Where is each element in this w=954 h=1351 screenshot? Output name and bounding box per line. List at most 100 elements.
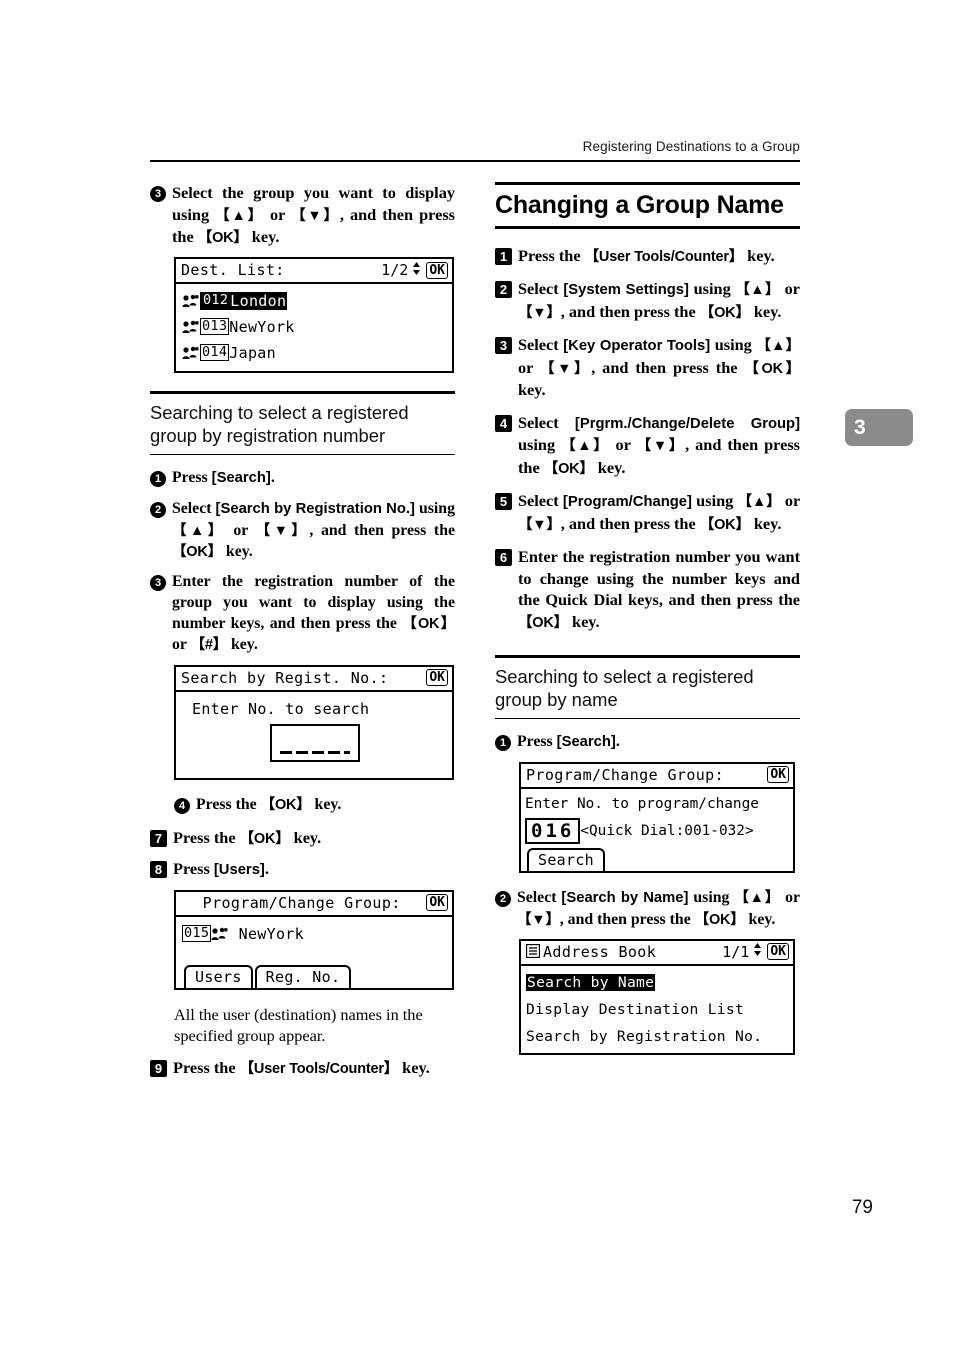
step-item: 4 Press the 【OK】 key. xyxy=(174,794,455,815)
destination-name: Japan xyxy=(229,344,276,363)
lcd-content: Enter No. to program/change 016 <Quick Di… xyxy=(521,789,793,871)
lcd-title-bar: Search by Regist. No.: OK xyxy=(176,667,452,692)
lcd-ok-button[interactable]: OK xyxy=(426,894,448,912)
step-marker: 1 xyxy=(495,245,512,265)
address-book-icon xyxy=(525,944,541,959)
destination-name: NewYork xyxy=(229,318,295,337)
quick-dial-hint: <Quick Dial:001-032> xyxy=(580,822,754,839)
left-column: 3 Select the group you want to display u… xyxy=(150,182,455,1088)
lcd-title-text: Program/Change Group: xyxy=(202,893,401,912)
chapter-tab-number: 3 xyxy=(854,415,866,439)
step-item: 2 Select [System Settings] using 【▲】 or … xyxy=(495,278,800,323)
step-text: Enter the registration number you want t… xyxy=(518,546,800,631)
step-marker: 3 xyxy=(150,182,166,202)
ui-label: [Key Operator Tools] xyxy=(563,338,711,355)
lcd-list-item[interactable]: Search by Name xyxy=(526,969,789,996)
subsection-heading-block: Searching to select a registered group b… xyxy=(150,391,455,456)
lcd-title-bar: Program/Change Group: OK xyxy=(176,892,452,917)
updown-arrow-icon xyxy=(752,942,763,961)
lcd-list-item[interactable]: Display Destination List xyxy=(526,996,789,1023)
rule xyxy=(150,391,455,394)
key-down: 【▼】 xyxy=(539,360,592,377)
step-text: Press [Search]. xyxy=(172,469,275,487)
step-marker: 2 xyxy=(495,278,512,299)
lcd-list-item[interactable]: 015 NewYork xyxy=(182,921,447,947)
lcd-list-item[interactable]: Search by Registration No. xyxy=(526,1023,789,1050)
lcd-list-item-label: Display Destination List xyxy=(526,1000,745,1018)
lcd-tab-search[interactable]: Search xyxy=(527,847,605,871)
section-heading: Changing a Group Name xyxy=(495,191,784,220)
step-item: 3 Select the group you want to display u… xyxy=(150,182,455,248)
step-marker: 4 xyxy=(174,794,190,814)
lcd-list-item[interactable]: 014 Japan xyxy=(182,340,447,366)
step-item: 3 Select [Key Operator Tools] using 【▲】 … xyxy=(495,334,800,401)
lcd-address-book: Address Book 1/1 OK Search by Name Displ… xyxy=(519,938,795,1055)
lcd-title-text: Dest. List: xyxy=(181,261,285,280)
lcd-page-indicator: 1/2 xyxy=(381,261,409,280)
chapter-tab: 3 xyxy=(845,409,913,446)
lcd-content: 015 NewYork Users Reg. No. xyxy=(176,917,452,988)
subsection-heading-block: Searching to select a registered group b… xyxy=(495,655,800,720)
group-icon xyxy=(182,342,199,360)
lcd-spacer xyxy=(182,947,447,961)
step-text: Press the 【OK】 key. xyxy=(173,827,322,847)
step-text: Select [Search by Name] using 【▲】 or 【▼】… xyxy=(517,888,800,928)
lcd-tab-reg-no[interactable]: Reg. No. xyxy=(254,964,352,988)
step-text: Press the 【User Tools/Counter】 key. xyxy=(518,245,775,265)
lcd-ok-button[interactable]: OK xyxy=(767,943,789,961)
lcd-ok-button[interactable]: OK xyxy=(426,669,448,687)
step-text: Select the group you want to display usi… xyxy=(172,183,455,246)
lcd-program-change-group: Program/Change Group: OK 015 NewYork Use… xyxy=(174,889,454,990)
step-text: Select [Search by Registration No.] usin… xyxy=(172,499,455,560)
number-entry-field[interactable] xyxy=(269,723,360,762)
key-up: 【▲】 xyxy=(172,522,226,539)
step-marker: 1 xyxy=(495,731,511,752)
destination-name: London xyxy=(230,292,287,311)
lcd-list-item[interactable]: 013 NewYork xyxy=(182,314,447,340)
step-text: Select [System Settings] using 【▲】 or 【▼… xyxy=(518,279,801,321)
step-marker: 1 xyxy=(150,467,166,488)
lcd-search-by-registration-number: Search by Regist. No.: OK Enter No. to s… xyxy=(174,664,454,780)
key-down: 【▼】 xyxy=(518,516,561,533)
key-user-tools-counter: 【User Tools/Counter】 xyxy=(584,248,744,265)
rule xyxy=(495,225,800,229)
page-number: 79 xyxy=(851,1197,873,1218)
key-ok: 【OK】 xyxy=(260,796,311,813)
step-marker: 5 xyxy=(495,490,512,510)
ui-label: [Users] xyxy=(213,862,265,879)
lcd-ok-button[interactable]: OK xyxy=(426,261,448,279)
key-hash: 【#】 xyxy=(190,637,228,654)
step-item: 1 Press [Search]. xyxy=(495,731,800,753)
lcd-dest-list: Dest. List: 1/2 OK 012 London 013 NewYork xyxy=(174,257,454,374)
updown-arrow-icon xyxy=(411,261,422,280)
lcd-list-item[interactable]: 012 London xyxy=(182,288,447,314)
key-down: 【▼】 xyxy=(518,304,561,321)
registration-number-input[interactable]: 016 xyxy=(525,817,581,844)
ui-label: [Program/Change] xyxy=(562,493,692,510)
group-icon xyxy=(182,316,199,334)
lcd-entry-row: 016 <Quick Dial:001-032> xyxy=(525,816,790,844)
lcd-tab-bar: Search xyxy=(525,847,790,871)
step-text: Press [Search]. xyxy=(517,733,620,751)
key-ok: 【OK】 xyxy=(699,516,750,533)
lcd-ok-button[interactable]: OK xyxy=(767,766,789,784)
registration-number: 013 xyxy=(200,318,230,336)
step-text: Select [Prgrm./Change/Delete Group] usin… xyxy=(518,412,800,477)
key-up: 【▲】 xyxy=(737,493,781,510)
rule xyxy=(495,655,800,658)
step-marker: 8 xyxy=(150,858,167,879)
manual-page: Registering Destinations to a Group 3 3 … xyxy=(0,0,954,1351)
registration-number: 015 xyxy=(182,924,212,942)
key-down: 【▼】 xyxy=(636,438,686,455)
lcd-tab-users[interactable]: Users xyxy=(184,964,253,988)
step-item: 4 Select [Prgrm./Change/Delete Group] us… xyxy=(495,412,800,479)
lcd-program-change-group-entry: Program/Change Group: OK Enter No. to pr… xyxy=(519,761,795,873)
group-icon xyxy=(182,290,199,308)
step-item: 2 Select [Search by Name] using 【▲】 or 【… xyxy=(495,887,800,930)
key-up: 【▲】 xyxy=(734,889,781,906)
key-up: 【▲】 xyxy=(215,207,264,224)
step-item: 1 Press [Search]. xyxy=(150,467,455,489)
running-header: Registering Destinations to a Group xyxy=(582,139,800,154)
key-ok: 【OK】 xyxy=(518,614,568,631)
key-user-tools-counter: 【User Tools/Counter】 xyxy=(239,1060,399,1077)
